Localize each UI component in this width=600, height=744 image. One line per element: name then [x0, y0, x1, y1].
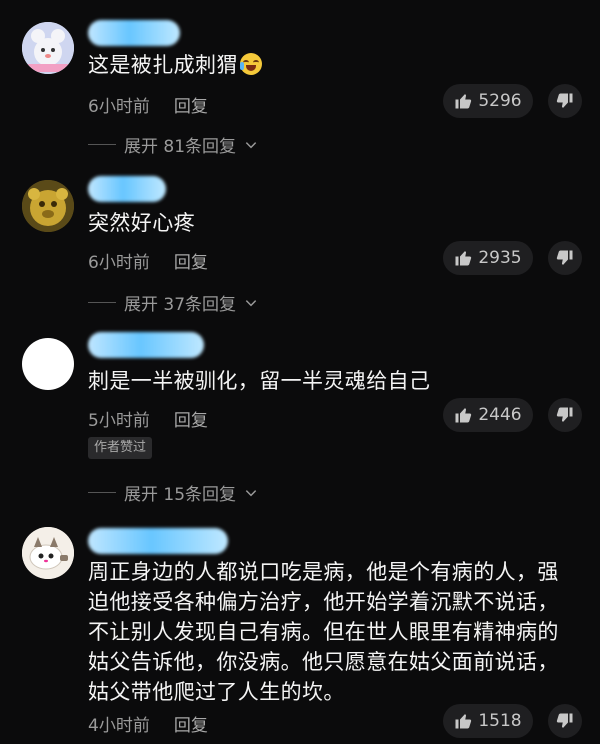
avatar[interactable]	[22, 180, 74, 232]
comment-text-line: 不让别人发现自己有病。但在世人眼里有精神病的	[88, 620, 559, 644]
comment-text: 这是被扎成刺猬	[88, 50, 584, 80]
username-redacted[interactable]	[88, 20, 180, 46]
thumbs-down-icon	[556, 250, 573, 265]
thumbs-down-icon	[556, 93, 573, 108]
dislike-button[interactable]	[548, 398, 582, 432]
avatar[interactable]	[22, 527, 74, 579]
chevron-down-icon	[245, 489, 257, 496]
like-count: 2935	[478, 248, 522, 268]
reply-button[interactable]: 回复	[174, 711, 208, 736]
comment-meta: 6小时前 回复	[88, 248, 208, 273]
divider	[88, 302, 116, 303]
thumbs-up-icon	[455, 251, 472, 266]
username-redacted[interactable]	[88, 332, 204, 358]
expand-replies-button[interactable]: 展开 15条回复	[88, 480, 258, 505]
reply-button[interactable]: 回复	[174, 92, 208, 117]
thumbs-up-icon	[455, 714, 472, 729]
dislike-button[interactable]	[548, 704, 582, 738]
comment-text-line: 迫他接受各种偏方治疗，他开始学着沉默不说话，	[88, 590, 559, 614]
reply-button[interactable]: 回复	[174, 248, 208, 273]
like-count: 2446	[478, 405, 522, 425]
comment-meta: 6小时前 回复	[88, 92, 208, 117]
like-button[interactable]: 1518	[443, 704, 533, 738]
timestamp: 6小时前	[88, 253, 150, 273]
username-redacted[interactable]	[88, 176, 166, 202]
thumbs-up-icon	[455, 94, 472, 109]
like-button[interactable]: 2446	[443, 398, 533, 432]
reply-button[interactable]: 回复	[174, 406, 208, 431]
timestamp: 5小时前	[88, 411, 150, 431]
divider	[88, 492, 116, 493]
timestamp: 6小时前	[88, 97, 150, 117]
like-button[interactable]: 5296	[443, 84, 533, 118]
comment-text: 突然好心疼	[88, 211, 195, 235]
expand-replies-button[interactable]: 展开 37条回复	[88, 290, 258, 315]
thumbs-down-icon	[556, 407, 573, 422]
comment-text: 刺是一半被驯化，留一半灵魂给自己	[88, 369, 431, 393]
like-count: 5296	[478, 91, 522, 111]
thumbs-up-icon	[455, 408, 472, 423]
avatar[interactable]	[22, 338, 74, 390]
comment-meta: 5小时前 回复	[88, 406, 208, 431]
timestamp: 4小时前	[88, 716, 150, 736]
divider	[88, 144, 116, 145]
chevron-down-icon	[245, 299, 257, 306]
dislike-button[interactable]	[548, 241, 582, 275]
like-count: 1518	[478, 711, 522, 731]
avatar[interactable]	[22, 22, 74, 74]
like-button[interactable]: 2935	[443, 241, 533, 275]
dislike-button[interactable]	[548, 84, 582, 118]
comment-text-line: 姑父带他爬过了人生的坎。	[88, 680, 345, 704]
comment-text-line: 姑父告诉他，你没病。他只愿意在姑父面前说话，	[88, 650, 559, 674]
username-redacted[interactable]	[88, 528, 228, 554]
comment-text: 周正身边的人都说口吃是病，他是个有病的人，强 迫他接受各种偏方治疗，他开始学着沉…	[88, 557, 588, 707]
crying-laughing-emoji-icon	[239, 53, 262, 75]
expand-replies-button[interactable]: 展开 81条回复	[88, 132, 258, 157]
thumbs-down-icon	[556, 713, 573, 728]
comment-text-line: 周正身边的人都说口吃是病，他是个有病的人，强	[88, 560, 559, 584]
chevron-down-icon	[245, 141, 257, 148]
comment-meta: 4小时前 回复	[88, 711, 208, 736]
author-liked-badge: 作者赞过	[88, 437, 153, 459]
